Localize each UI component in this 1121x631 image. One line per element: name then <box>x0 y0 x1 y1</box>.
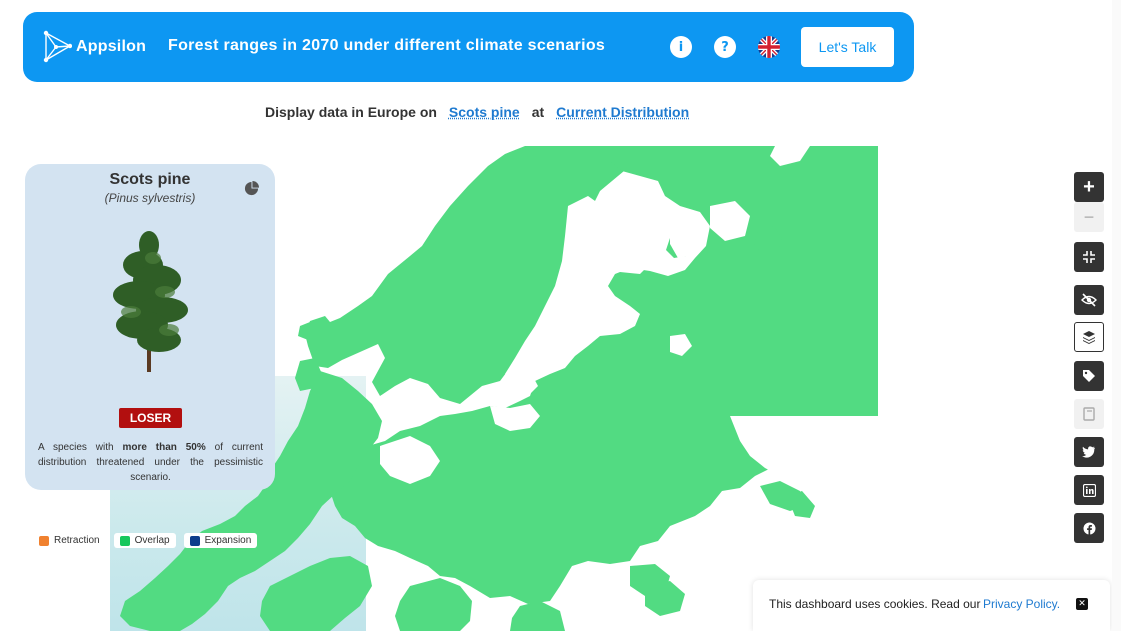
species-description: A species with more than 50% of current … <box>38 442 263 483</box>
cookie-banner: This dashboard uses cookies. Read our Pr… <box>753 580 1110 631</box>
selector-connector: at <box>531 104 545 120</box>
compress-icon[interactable] <box>1074 242 1104 272</box>
cookie-text: This dashboard uses cookies. Read our <box>769 597 981 611</box>
legend-item-retraction: Retraction <box>33 533 106 548</box>
logo-icon <box>43 30 72 63</box>
logo-text: Appsilon <box>76 38 147 55</box>
info-icon[interactable]: i <box>670 36 692 58</box>
overlap-swatch <box>119 535 130 546</box>
selector-prefix: Display data in Europe on <box>265 104 437 120</box>
map-legend: Retraction Overlap Expansion <box>33 533 258 548</box>
facebook-icon[interactable] <box>1074 513 1104 543</box>
page-title: Forest ranges in 2070 under different cl… <box>168 37 606 54</box>
legend-item-overlap: Overlap <box>113 533 176 548</box>
linkedin-icon[interactable] <box>1074 475 1104 505</box>
tags-icon[interactable] <box>1074 361 1104 391</box>
appsilon-logo[interactable]: Appsilon <box>42 30 146 64</box>
close-icon[interactable]: ✕ <box>1076 598 1088 610</box>
species-card: Scots pine (Pinus sylvestris) LOSER A sp… <box>25 164 275 490</box>
legend-item-expansion: Expansion <box>183 533 258 548</box>
scrollbar-track <box>1112 0 1121 631</box>
species-latin-name: (Pinus sylvestris) <box>104 191 196 205</box>
eye-off-icon[interactable] <box>1074 285 1104 315</box>
zoom-out-button[interactable]: − <box>1074 202 1104 232</box>
species-select[interactable]: Scots pine <box>449 104 520 120</box>
zoom-in-button[interactable]: + <box>1074 172 1104 202</box>
lets-talk-button[interactable]: Let's Talk <box>801 27 894 67</box>
species-name: Scots pine <box>109 171 191 188</box>
help-icon[interactable]: ? <box>714 36 736 58</box>
data-selector: Display data in Europe on Scots pine at … <box>265 104 701 120</box>
top-header: Appsilon Forest ranges in 2070 under dif… <box>23 12 914 82</box>
expansion-swatch <box>189 535 200 546</box>
privacy-policy-link[interactable]: Privacy Policy. <box>983 597 1060 611</box>
tree-image <box>113 231 188 372</box>
retraction-swatch <box>39 535 49 546</box>
status-badge: LOSER <box>119 408 182 428</box>
pie-chart-icon[interactable] <box>244 181 259 196</box>
book-icon[interactable] <box>1074 399 1104 429</box>
twitter-icon[interactable] <box>1074 437 1104 467</box>
scenario-select[interactable]: Current Distribution <box>556 104 689 120</box>
layers-icon[interactable] <box>1074 322 1104 352</box>
uk-flag-icon[interactable] <box>758 36 780 58</box>
